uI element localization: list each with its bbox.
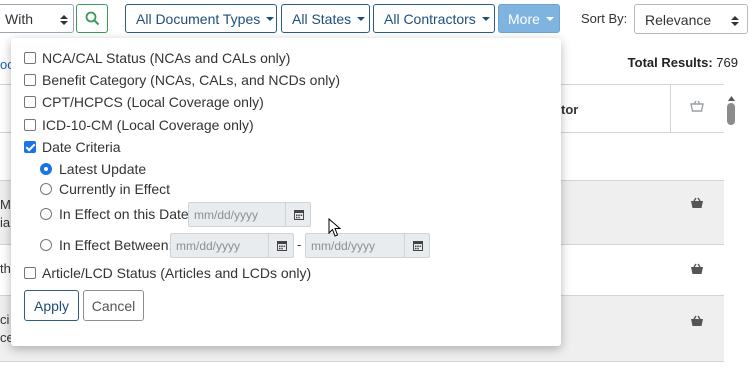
radio-label: Currently in Effect	[59, 181, 171, 197]
between-end-date-input[interactable]: mm/dd/yyyy	[305, 233, 405, 258]
in-effect-on-date-radio[interactable]	[40, 208, 52, 220]
cancel-button[interactable]: Cancel	[83, 290, 144, 321]
option-label: ICD-10-CM (Local Coverage only)	[42, 117, 254, 133]
sort-select[interactable]: Relevance	[634, 4, 748, 34]
add-to-basket-icon[interactable]	[690, 263, 704, 278]
nca-cal-status-option[interactable]: NCA/CAL Status (NCAs and CALs only)	[24, 50, 290, 66]
add-to-basket-icon[interactable]	[690, 315, 704, 330]
in-effect-on-date-radio-option[interactable]: In Effect on this Date:	[40, 206, 193, 222]
select-arrows-icon	[60, 13, 68, 25]
states-dropdown[interactable]: All States	[281, 4, 370, 33]
between-separator: -	[297, 237, 302, 252]
document-types-dropdown[interactable]: All Document Types	[125, 4, 277, 33]
search-button[interactable]	[76, 4, 108, 33]
in-effect-between-radio-option[interactable]: In Effect Between:	[40, 237, 172, 253]
contractors-label: All Contractors	[384, 11, 476, 27]
start-date-calendar-button[interactable]	[268, 233, 294, 258]
document-types-label: All Document Types	[136, 11, 261, 27]
caret-down-icon	[266, 17, 275, 21]
row-divider	[0, 361, 724, 362]
states-label: All States	[292, 11, 352, 27]
contractors-dropdown[interactable]: All Contractors	[373, 4, 495, 33]
row-text-fragment: ia	[0, 215, 11, 230]
radio-label: In Effect on this Date:	[59, 206, 193, 222]
date-criteria-option[interactable]: Date Criteria	[24, 139, 121, 155]
contractor-column-header[interactable]: tor	[561, 102, 578, 117]
more-label: More	[508, 11, 540, 27]
benefit-category-option[interactable]: Benefit Category (NCAs, CALs, and NCDs o…	[24, 72, 340, 88]
date-placeholder: mm/dd/yyyy	[176, 239, 241, 253]
in-effect-between-radio[interactable]	[40, 239, 52, 251]
scroll-up-arrow-icon[interactable]	[728, 89, 735, 104]
icd-10-cm-checkbox[interactable]	[24, 119, 36, 131]
option-label: NCA/CAL Status (NCAs and CALs only)	[42, 50, 291, 66]
search-icon	[85, 11, 100, 26]
cpt-hcpcs-option[interactable]: CPT/HCPCS (Local Coverage only)	[24, 94, 264, 110]
calendar-icon	[413, 241, 423, 251]
cpt-hcpcs-checkbox[interactable]	[24, 96, 36, 108]
calendar-icon	[294, 210, 304, 220]
radio-label: Latest Update	[59, 161, 147, 177]
row-text-fragment: ci	[0, 312, 10, 327]
caret-down-icon	[481, 17, 490, 21]
effect-date-calendar-button[interactable]	[285, 202, 311, 227]
caret-down-icon	[545, 17, 554, 21]
latest-update-radio[interactable]	[40, 163, 52, 175]
scrollbar-thumb[interactable]	[727, 103, 735, 125]
match-type-value: With	[5, 11, 33, 27]
more-dropdown-button[interactable]: More	[498, 4, 560, 33]
end-date-calendar-button[interactable]	[404, 233, 430, 258]
mouse-pointer-icon	[328, 217, 342, 241]
more-options-panel: NCA/CAL Status (NCAs and CALs only) Bene…	[11, 38, 561, 346]
radio-label: In Effect Between:	[59, 237, 173, 253]
option-label: Date Criteria	[42, 139, 121, 155]
currently-in-effect-radio[interactable]	[40, 183, 52, 195]
nca-cal-status-checkbox[interactable]	[24, 52, 36, 64]
option-label: CPT/HCPCS (Local Coverage only)	[42, 94, 264, 110]
total-results: Total Results: 769	[628, 55, 738, 70]
effect-date-input[interactable]: mm/dd/yyyy	[188, 202, 286, 227]
currently-in-effect-radio-option[interactable]: Currently in Effect	[40, 181, 170, 197]
date-placeholder: mm/dd/yyyy	[194, 208, 259, 222]
article-lcd-status-option[interactable]: Article/LCD Status (Articles and LCDs on…	[24, 265, 311, 281]
article-lcd-status-checkbox[interactable]	[24, 267, 36, 279]
calendar-icon	[277, 241, 287, 251]
match-type-select[interactable]: With	[0, 4, 74, 33]
select-arrows-icon	[731, 14, 739, 26]
add-to-basket-icon[interactable]	[690, 197, 704, 212]
apply-button[interactable]: Apply	[24, 290, 79, 321]
option-label: Article/LCD Status (Articles and LCDs on…	[42, 265, 312, 281]
sort-by-label: Sort By:	[581, 11, 628, 26]
total-results-label: Total Results:	[627, 55, 713, 70]
between-start-date-input[interactable]: mm/dd/yyyy	[170, 233, 269, 258]
search-toolbar: With All Document Types All States All C…	[0, 0, 756, 40]
row-text-fragment: th	[0, 261, 11, 276]
option-label: Benefit Category (NCAs, CALs, and NCDs o…	[42, 72, 340, 88]
benefit-category-checkbox[interactable]	[24, 74, 36, 86]
sort-select-value: Relevance	[645, 12, 712, 28]
cart-header-icon	[690, 100, 704, 115]
date-placeholder: mm/dd/yyyy	[311, 239, 376, 253]
column-divider	[670, 84, 671, 132]
total-results-value: 769	[716, 55, 738, 70]
date-criteria-checkbox[interactable]	[24, 141, 36, 153]
icd-10-cm-option[interactable]: ICD-10-CM (Local Coverage only)	[24, 117, 254, 133]
latest-update-radio-option[interactable]: Latest Update	[40, 161, 146, 177]
caret-down-icon	[357, 17, 366, 21]
